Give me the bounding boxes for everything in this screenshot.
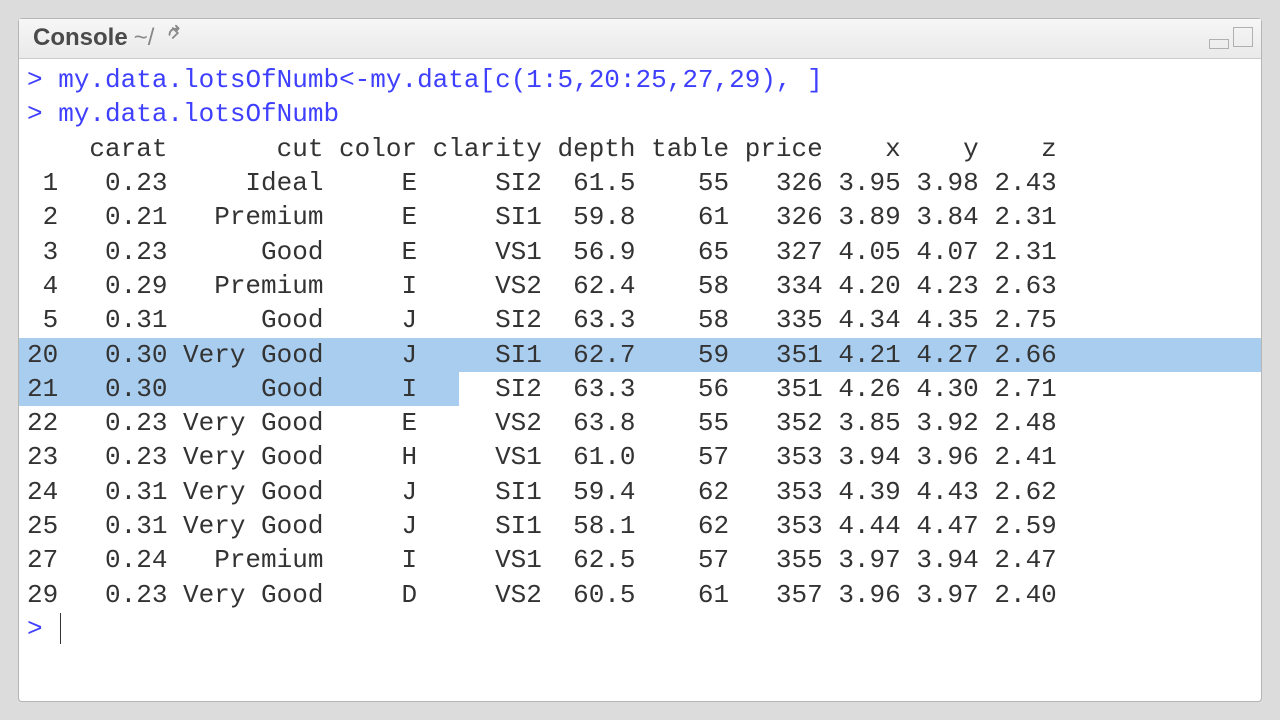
window-controls xyxy=(1209,27,1253,49)
console-title: Console xyxy=(33,24,128,52)
maximize-icon[interactable] xyxy=(1233,27,1253,47)
console-path: ~/ xyxy=(134,24,155,52)
console-panel: Console ~/ > my.data.lotsOfNumb<-my.data… xyxy=(18,18,1262,702)
console-output[interactable]: > my.data.lotsOfNumb<-my.data[c(1:5,20:2… xyxy=(19,59,1261,701)
minimize-icon[interactable] xyxy=(1209,39,1229,49)
share-icon[interactable] xyxy=(164,22,186,51)
console-titlebar: Console ~/ xyxy=(19,19,1261,59)
